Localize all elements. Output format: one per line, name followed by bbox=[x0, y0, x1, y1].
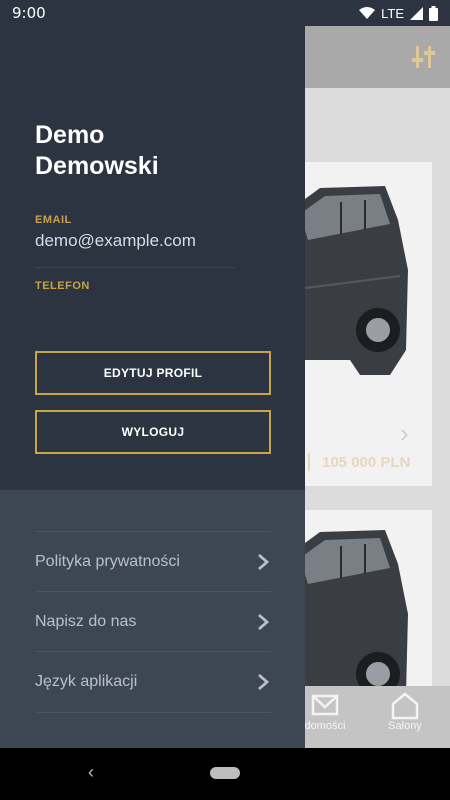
filter-icon bbox=[412, 46, 435, 68]
navigation-drawer: Demo Demowski EMAIL demo@example.com TEL… bbox=[0, 26, 305, 748]
status-icons: LTE bbox=[359, 5, 438, 21]
chevron-right-icon bbox=[258, 673, 270, 690]
status-time: 9:00 bbox=[12, 4, 46, 22]
drawer-menu-section: Polityka prywatności Napisz do nas Język… bbox=[0, 490, 305, 748]
edit-profile-button[interactable]: EDYTUJ PROFIL bbox=[35, 351, 271, 395]
chevron-right-icon bbox=[258, 553, 270, 570]
email-label: EMAIL bbox=[35, 214, 72, 226]
email-divider bbox=[35, 267, 235, 268]
menu-item-privacy-policy[interactable]: Polityka prywatności bbox=[35, 531, 271, 591]
system-navigation-bar: ‹ bbox=[0, 748, 450, 800]
home-pill-icon[interactable] bbox=[210, 767, 240, 779]
price-separator bbox=[308, 453, 310, 471]
menu-item-app-language[interactable]: Język aplikacji bbox=[35, 651, 271, 711]
home-icon bbox=[391, 692, 419, 720]
battery-icon bbox=[429, 5, 438, 21]
email-value: demo@example.com bbox=[35, 231, 196, 250]
menu-item-label: Napisz do nas bbox=[35, 612, 137, 630]
user-name: Demo Demowski bbox=[35, 120, 275, 182]
nav-item-salony[interactable]: Salony bbox=[360, 690, 450, 732]
signal-icon bbox=[410, 6, 423, 20]
app-screen: 9:00 LTE › 105 000 PLN domości Salony De… bbox=[0, 0, 450, 800]
car-image bbox=[290, 186, 408, 375]
back-icon[interactable]: ‹ bbox=[88, 762, 94, 783]
logout-button[interactable]: WYLOGUJ bbox=[35, 410, 271, 454]
drawer-profile-section: Demo Demowski EMAIL demo@example.com TEL… bbox=[0, 26, 305, 490]
menu-divider bbox=[35, 712, 271, 713]
user-last-name: Demowski bbox=[35, 152, 159, 180]
car-card[interactable]: › 105 000 PLN bbox=[290, 162, 432, 486]
menu-item-label: Polityka prywatności bbox=[35, 552, 180, 570]
car-price: 105 000 PLN bbox=[322, 454, 411, 471]
nav-messages-label: domości bbox=[304, 720, 346, 732]
menu-item-contact-us[interactable]: Napisz do nas bbox=[35, 591, 271, 651]
card-chevron-icon: › bbox=[400, 418, 409, 448]
status-bar: 9:00 LTE bbox=[0, 0, 450, 26]
network-type: LTE bbox=[381, 5, 404, 21]
car-image bbox=[290, 530, 408, 694]
nav-salony-label: Salony bbox=[388, 720, 422, 732]
chevron-right-icon bbox=[258, 613, 270, 630]
menu-item-label: Język aplikacji bbox=[35, 672, 138, 690]
wifi-icon bbox=[359, 6, 376, 19]
phone-label: TELEFON bbox=[35, 280, 90, 292]
car-card[interactable] bbox=[290, 510, 432, 694]
user-first-name: Demo bbox=[35, 121, 105, 149]
